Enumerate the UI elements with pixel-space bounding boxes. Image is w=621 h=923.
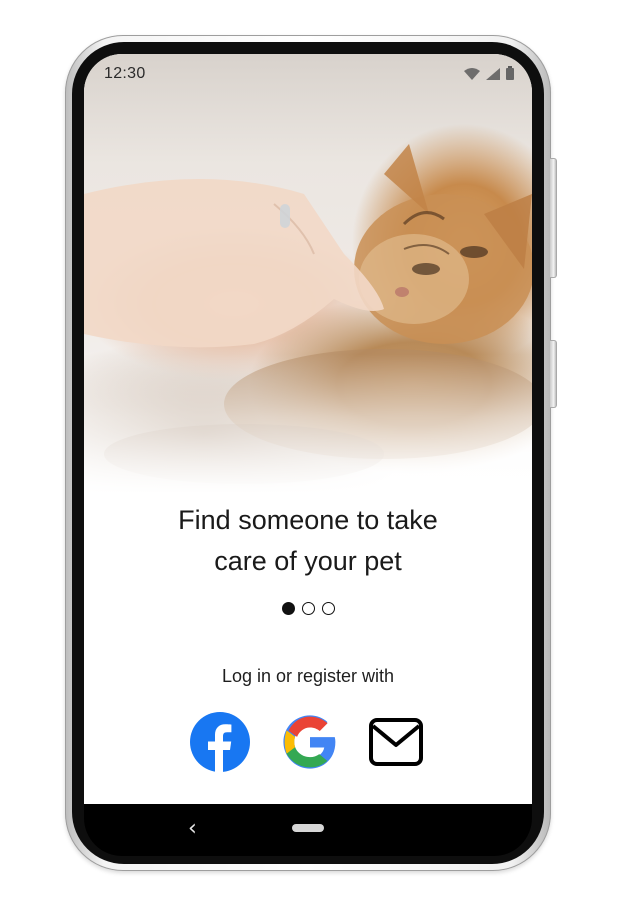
google-login-button[interactable] [278, 712, 342, 776]
wifi-icon [464, 67, 480, 85]
login-prompt: Log in or register with [221, 666, 395, 686]
onboarding-title: Find someone to take care of your pet [104, 500, 512, 582]
volume-button [550, 340, 557, 408]
page-indicator [84, 602, 532, 615]
page-dot-3[interactable] [321, 602, 335, 615]
hero-fade-overlay [84, 354, 532, 494]
signal-icon [486, 67, 500, 85]
app-screen: 12:30 Find someone to take care of your … [84, 54, 532, 804]
google-icon [281, 713, 339, 776]
device-frame: 12:30 Find someone to take care of your … [0, 0, 621, 923]
power-button [550, 158, 557, 278]
system-navigation-bar: ‹ [84, 804, 532, 856]
title-line-1: Find someone to take [178, 505, 438, 535]
battery-icon [506, 66, 514, 85]
facebook-icon [190, 711, 250, 777]
facebook-login-button[interactable] [188, 711, 252, 777]
status-bar: 12:30 [84, 54, 532, 90]
back-chevron-icon[interactable]: ‹ [188, 816, 197, 841]
home-pill[interactable] [292, 824, 324, 832]
status-icons [464, 66, 514, 85]
hero-cat-photo [84, 54, 532, 494]
page-dot-1[interactable] [281, 602, 295, 615]
title-line-2: care of your pet [214, 546, 402, 576]
email-login-button[interactable] [364, 712, 428, 776]
page-dot-2[interactable] [301, 602, 315, 615]
mail-icon [368, 717, 424, 772]
status-time: 12:30 [104, 65, 146, 82]
social-login-row [84, 711, 532, 777]
